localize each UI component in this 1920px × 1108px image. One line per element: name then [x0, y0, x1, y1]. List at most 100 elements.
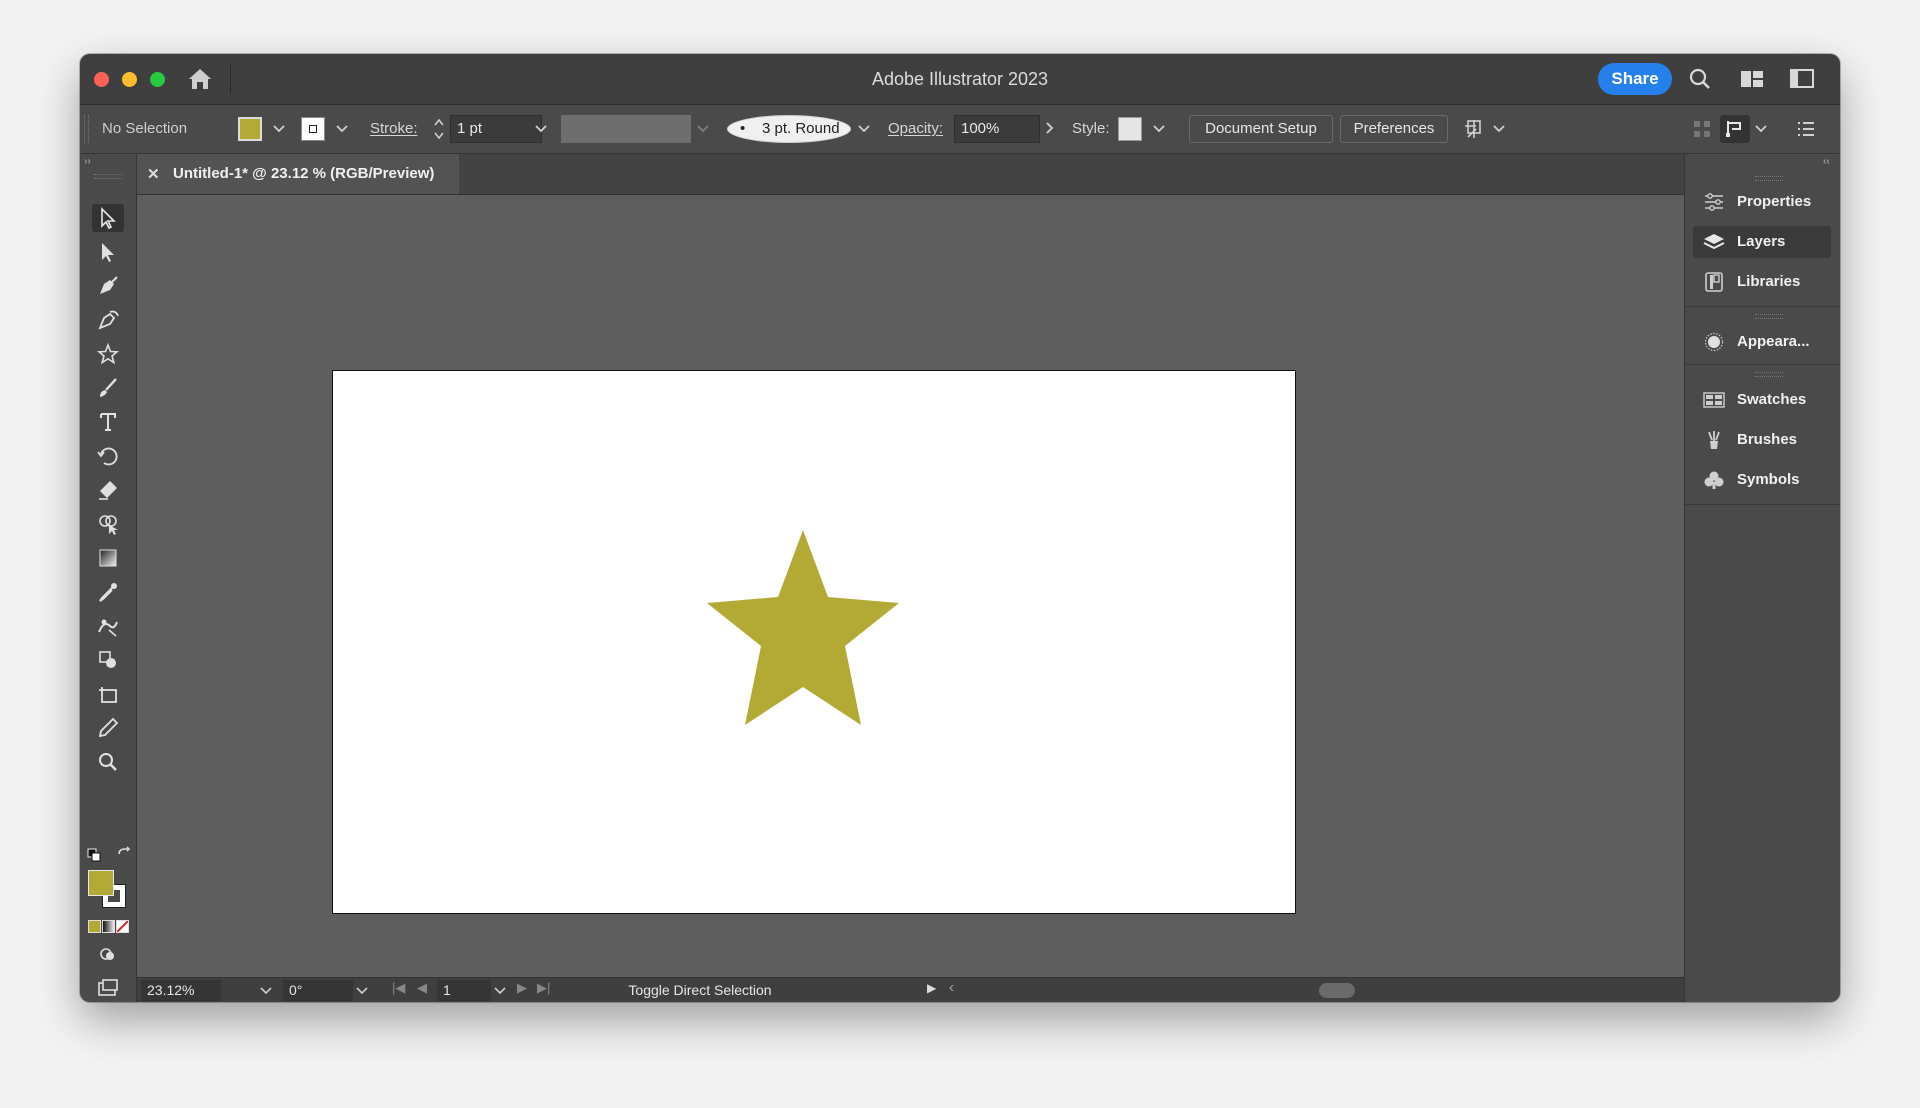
- pencil-tool-icon[interactable]: [92, 714, 124, 742]
- panel-group-grip[interactable]: [1755, 176, 1783, 181]
- panel-grip[interactable]: [94, 174, 122, 179]
- chevron-down-icon[interactable]: [1490, 119, 1508, 137]
- selection-tool-icon[interactable]: [92, 204, 124, 232]
- panel-item-appearance[interactable]: Appeara...: [1693, 326, 1831, 358]
- default-fill-stroke-icon[interactable]: [87, 848, 101, 862]
- arrange-documents-icon[interactable]: [1788, 66, 1816, 92]
- collapse-panels-icon[interactable]: ‹‹: [1823, 156, 1830, 167]
- panel-item-libraries[interactable]: Libraries: [1693, 266, 1831, 298]
- rotate-tool-icon[interactable]: [92, 442, 124, 470]
- color-mode-buttons: [88, 920, 129, 933]
- screen-mode-icon[interactable]: [92, 974, 124, 1002]
- fill-color-swatch[interactable]: [238, 117, 262, 141]
- panel-item-properties[interactable]: Properties: [1693, 186, 1831, 218]
- recolor-artwork-icon[interactable]: [1462, 116, 1488, 142]
- panel-label: Swatches: [1737, 391, 1807, 408]
- chevron-down-icon[interactable]: [1752, 119, 1770, 137]
- title-bar: Adobe Illustrator 2023 Share: [80, 54, 1840, 105]
- panel-item-symbols[interactable]: Symbols: [1693, 464, 1831, 496]
- chevron-down-icon[interactable]: [855, 119, 873, 137]
- scroll-left-icon[interactable]: ‹: [949, 979, 954, 996]
- chevron-down-icon[interactable]: [333, 119, 351, 137]
- list-menu-icon[interactable]: [1796, 119, 1816, 139]
- align-grid-icon[interactable]: [1692, 119, 1712, 139]
- document-setup-button[interactable]: Document Setup: [1189, 115, 1333, 143]
- chevron-down-icon[interactable]: [257, 980, 275, 1001]
- control-bar-grip[interactable]: [84, 115, 89, 143]
- chevron-down-icon[interactable]: [491, 980, 509, 1001]
- brush-definition-label: 3 pt. Round: [762, 120, 840, 137]
- close-tab-icon[interactable]: ✕: [147, 165, 160, 183]
- panel-item-swatches[interactable]: Swatches: [1693, 384, 1831, 416]
- brushes-icon: [1703, 430, 1725, 450]
- workspace-switcher-icon[interactable]: [1738, 66, 1766, 92]
- shape-builder-tool-icon[interactable]: [92, 510, 124, 538]
- next-artboard-icon[interactable]: ▶: [517, 980, 527, 996]
- stroke-weight-field[interactable]: 1 pt: [450, 115, 542, 143]
- panel-label: Libraries: [1737, 273, 1801, 290]
- selection-status: No Selection: [102, 120, 188, 137]
- transform-icon[interactable]: [1720, 115, 1750, 143]
- panel-divider: [1685, 504, 1840, 505]
- puppet-warp-tool-icon[interactable]: [92, 612, 124, 640]
- type-tool-icon[interactable]: [92, 408, 124, 436]
- panel-group-grip[interactable]: [1755, 372, 1783, 377]
- document-tab-strip: ✕ Untitled-1* @ 23.12 % (RGB/Preview): [137, 154, 1763, 195]
- pen-tool-icon[interactable]: [92, 272, 124, 300]
- star-tool-icon[interactable]: [92, 340, 124, 368]
- horizontal-scroll-thumb[interactable]: [1319, 983, 1355, 998]
- chevron-down-icon: [694, 119, 712, 137]
- fill-stroke-indicator[interactable]: [88, 870, 128, 910]
- stroke-stepper[interactable]: [432, 115, 446, 143]
- swap-fill-stroke-icon[interactable]: [116, 846, 132, 862]
- stroke-label[interactable]: Stroke:: [370, 120, 418, 137]
- preferences-button[interactable]: Preferences: [1340, 115, 1448, 143]
- direct-selection-tool-icon[interactable]: [92, 238, 124, 266]
- panel-item-brushes[interactable]: Brushes: [1693, 424, 1831, 456]
- none-mode-icon[interactable]: [116, 920, 129, 933]
- status-menu-icon[interactable]: ▶: [927, 981, 936, 995]
- paintbrush-tool-icon[interactable]: [92, 374, 124, 402]
- chevron-right-icon[interactable]: [1040, 119, 1058, 137]
- curvature-tool-icon[interactable]: [92, 306, 124, 334]
- star-shape[interactable]: [707, 530, 899, 725]
- panel-dock: ‹‹ Properties Layers Libraries Appeara..…: [1684, 154, 1840, 1002]
- artboard[interactable]: [332, 370, 1296, 914]
- gradient-tool-icon[interactable]: [92, 544, 124, 572]
- opacity-field[interactable]: 100%: [954, 115, 1040, 143]
- last-artboard-icon[interactable]: ▶|: [537, 980, 550, 996]
- opacity-label[interactable]: Opacity:: [888, 120, 943, 137]
- brush-definition-field[interactable]: • 3 pt. Round: [727, 115, 851, 143]
- gradient-mode-icon[interactable]: [102, 920, 115, 933]
- stroke-color-swatch[interactable]: [301, 117, 325, 141]
- rotation-field[interactable]: 0°: [283, 980, 353, 1001]
- chevron-down-icon[interactable]: [270, 119, 288, 137]
- fill-indicator-swatch[interactable]: [88, 870, 114, 896]
- artboard-tool-icon[interactable]: [92, 680, 124, 708]
- expand-panel-icon[interactable]: ››: [84, 156, 91, 167]
- panel-group-grip[interactable]: [1755, 314, 1783, 319]
- graphic-style-swatch[interactable]: [1118, 117, 1142, 141]
- chevron-down-icon[interactable]: [1150, 119, 1168, 137]
- artboard-svg: [707, 530, 899, 725]
- chevron-down-icon[interactable]: [532, 119, 550, 137]
- live-paint-tool-icon[interactable]: [92, 646, 124, 674]
- panel-item-layers[interactable]: Layers: [1693, 226, 1831, 258]
- document-tab-label: Untitled-1* @ 23.12 % (RGB/Preview): [173, 165, 435, 182]
- search-icon[interactable]: [1686, 66, 1714, 92]
- first-artboard-icon[interactable]: |◀: [392, 980, 405, 996]
- draw-mode-icon[interactable]: [92, 940, 124, 968]
- chevron-down-icon[interactable]: [353, 980, 371, 1001]
- document-tab[interactable]: ✕ Untitled-1* @ 23.12 % (RGB/Preview): [137, 154, 459, 194]
- eraser-tool-icon[interactable]: [92, 476, 124, 504]
- libraries-icon: [1703, 272, 1725, 292]
- panel-label: Brushes: [1737, 431, 1798, 448]
- zoom-tool-icon[interactable]: [92, 748, 124, 776]
- share-button[interactable]: Share: [1598, 63, 1672, 95]
- artboard-number-field[interactable]: 1: [437, 980, 491, 1001]
- previous-artboard-icon[interactable]: ◀: [417, 980, 427, 996]
- eyedropper-tool-icon[interactable]: [92, 578, 124, 606]
- zoom-field[interactable]: 23.12%: [141, 980, 221, 1001]
- canvas-area[interactable]: [137, 195, 1737, 977]
- color-mode-icon[interactable]: [88, 920, 101, 933]
